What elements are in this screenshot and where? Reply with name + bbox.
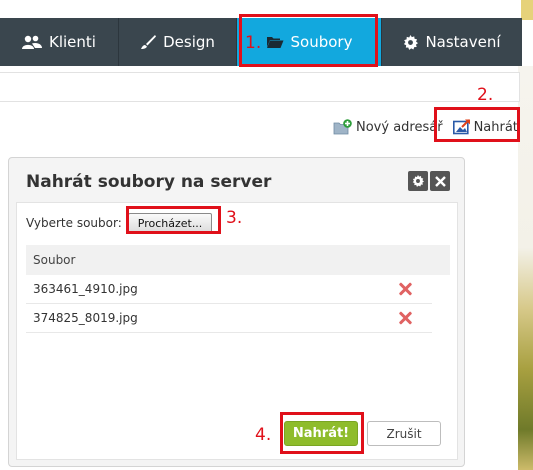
submit-upload-button[interactable]: Nahrát! <box>284 421 358 446</box>
nav-item-klienti[interactable]: Klienti <box>0 18 119 66</box>
delete-icon[interactable] <box>398 282 412 296</box>
browse-button[interactable]: Procházet... <box>127 213 213 233</box>
annotation-number: 1. <box>245 33 262 53</box>
nav-label: Klienti <box>49 33 96 51</box>
nav-label: Soubory <box>290 33 353 51</box>
upload-image-icon <box>452 119 470 135</box>
dialog-title: Nahrát soubory na server <box>26 172 272 192</box>
upload-label: Nahrát <box>473 119 518 135</box>
header-accent <box>521 0 533 20</box>
folder-add-icon <box>333 119 352 135</box>
top-header: Klienti Design Soubory Nastavení <box>0 0 533 66</box>
file-actions: Nový adresář Nahrát <box>333 116 518 138</box>
nav-label: Design <box>163 33 215 51</box>
brush-icon <box>141 35 157 49</box>
new-folder-link[interactable]: Nový adresář <box>333 119 443 135</box>
cancel-button[interactable]: Zrušit <box>367 421 441 446</box>
delete-icon[interactable] <box>398 311 412 325</box>
sub-toolbar <box>0 72 520 102</box>
nav-item-nastaveni[interactable]: Nastavení <box>382 18 522 66</box>
users-icon <box>22 35 43 49</box>
file-name: 374825_8019.jpg <box>33 311 138 325</box>
dialog-settings-button[interactable] <box>408 171 428 191</box>
gear-icon <box>404 34 419 50</box>
table-row: 374825_8019.jpg <box>26 304 432 333</box>
table-row: 363461_4910.jpg <box>26 275 432 304</box>
file-picker-label: Vyberte soubor: <box>26 216 122 230</box>
nav-item-design[interactable]: Design <box>119 18 237 66</box>
folder-open-icon <box>266 37 284 48</box>
column-header-soubor: Soubor <box>33 253 76 267</box>
new-folder-label: Nový adresář <box>356 119 443 135</box>
gear-icon <box>412 175 424 187</box>
file-name: 363461_4910.jpg <box>33 282 138 296</box>
table-header: Soubor <box>26 245 450 275</box>
file-table: Soubor 363461_4910.jpg 374825_8019.jpg <box>26 245 450 333</box>
close-icon <box>434 175 446 187</box>
nav-label: Nastavení <box>425 33 501 51</box>
background-photo-strip <box>518 66 533 470</box>
annotation-number: 3. <box>226 208 243 228</box>
annotation-number: 4. <box>255 425 272 445</box>
dialog-controls <box>408 171 450 191</box>
file-picker-row: Vyberte soubor: Procházet... <box>26 213 213 233</box>
upload-link[interactable]: Nahrát <box>452 119 518 135</box>
dialog-close-button[interactable] <box>430 171 450 191</box>
annotation-number: 2. <box>477 85 494 105</box>
